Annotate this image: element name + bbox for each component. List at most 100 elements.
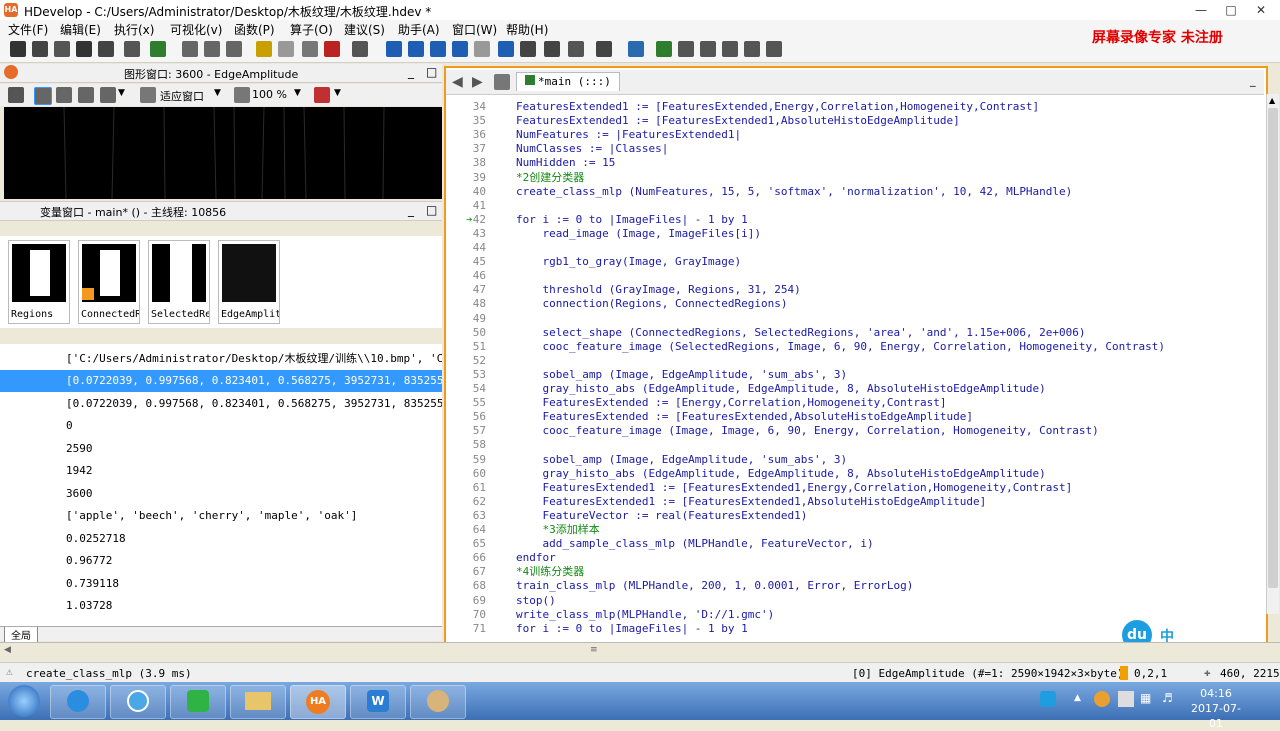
code-line[interactable]: 49	[446, 312, 1264, 326]
paint-icon[interactable]	[410, 685, 466, 719]
code-line[interactable]: 38 NumHidden := 15	[446, 156, 1264, 170]
code-line[interactable]: 45 rgb1_to_gray(Image, GrayImage)	[446, 255, 1264, 269]
menu-window[interactable]: 窗口(W)	[452, 21, 497, 38]
list-item[interactable]: 1.03728	[0, 595, 442, 617]
histogram-icon[interactable]	[700, 41, 716, 57]
code-line[interactable]: 59 sobel_amp (Image, EdgeAmplitude, 'sum…	[446, 453, 1264, 467]
undo-icon[interactable]	[256, 41, 272, 57]
network-icon[interactable]: ▦	[1140, 691, 1151, 705]
taskbar-clock[interactable]: 04:16 2017-07-01	[1186, 686, 1246, 731]
feature-histogram-icon[interactable]	[722, 41, 738, 57]
word-icon[interactable]: W	[350, 685, 406, 719]
code-line[interactable]: 37 NumClasses := |Classes|	[446, 142, 1264, 156]
code-line[interactable]: 52	[446, 354, 1264, 368]
code-line[interactable]: 61 FeaturesExtended1 := [FeaturesExtende…	[446, 481, 1264, 495]
graphics-maximize-button[interactable]: □	[426, 65, 437, 79]
code-line[interactable]: 56 FeaturesExtended := [FeaturesExtended…	[446, 410, 1264, 424]
open-file-icon[interactable]	[32, 41, 48, 57]
gray-histogram-icon[interactable]	[744, 41, 760, 57]
save-icon[interactable]	[76, 41, 92, 57]
list-item[interactable]: 3600	[0, 483, 442, 505]
tab-main[interactable]: *main (:::)	[516, 72, 620, 91]
magnifier-icon[interactable]	[78, 87, 94, 103]
code-line[interactable]: 41	[446, 199, 1264, 213]
code-line[interactable]: 62 FeaturesExtended1 := [FeaturesExtende…	[446, 495, 1264, 509]
menu-operators[interactable]: 算子(O)	[290, 21, 333, 38]
tray-expand-icon[interactable]: ▲	[1074, 693, 1081, 703]
list-item[interactable]: 0.739118	[0, 573, 442, 595]
code-line[interactable]: 69 stop()	[446, 594, 1264, 608]
paste-icon[interactable]	[226, 41, 242, 57]
move-icon[interactable]	[34, 87, 52, 105]
start-button[interactable]	[8, 685, 40, 717]
ime-tray-icon[interactable]	[1040, 691, 1056, 707]
code-line[interactable]: 60 gray_histo_abs (EdgeAmplitude, EdgeAm…	[446, 467, 1264, 481]
iconic-variable-regions[interactable]: Regions	[8, 240, 70, 324]
redo-icon[interactable]	[278, 41, 294, 57]
graphics-minimize-button[interactable]: _	[408, 65, 414, 79]
list-item[interactable]: 0.96772	[0, 550, 442, 572]
reset-variables-icon[interactable]	[520, 41, 536, 57]
code-line[interactable]: 67 *4训练分类器	[446, 565, 1264, 579]
editor-close-button[interactable]: _	[1250, 74, 1256, 87]
menu-visualize[interactable]: 可视化(v)	[170, 21, 222, 38]
chevron-down-icon[interactable]: ▼	[118, 88, 125, 98]
code-line[interactable]: 39 *2创建分类器	[446, 171, 1264, 185]
inspection-icon[interactable]	[766, 41, 782, 57]
zoom-level-icon[interactable]	[234, 87, 250, 103]
code-line[interactable]: 36 NumFeatures := |FeaturesExtended1|	[446, 128, 1264, 142]
menu-functions[interactable]: 函数(P)	[234, 21, 275, 38]
step-out-icon[interactable]	[452, 41, 468, 57]
chevron-down-icon[interactable]: ▼	[214, 88, 221, 98]
binoculars-icon[interactable]	[352, 41, 368, 57]
maximize-button[interactable]: □	[1218, 2, 1244, 18]
forward-arrow-icon[interactable]: ▶	[472, 74, 483, 90]
graphics-window-icon[interactable]	[628, 41, 644, 57]
scroll-left-icon[interactable]: ◀	[4, 645, 11, 655]
step-over-icon[interactable]	[408, 41, 424, 57]
tab-global[interactable]: 全局	[4, 627, 38, 643]
close-button[interactable]: ✕	[1248, 2, 1274, 18]
zoom-level-select[interactable]: 100 %	[252, 88, 287, 101]
iconic-variable-connectedregions[interactable]: ConnectedRe	[78, 240, 140, 324]
variable-minimize-button[interactable]: _	[408, 203, 414, 217]
code-editor[interactable]: 34 FeaturesExtended1 := [FeaturesExtended…	[446, 96, 1264, 638]
file-explorer-icon[interactable]	[230, 685, 286, 719]
menu-assistants[interactable]: 助手(A)	[398, 21, 440, 38]
list-item[interactable]: ['apple', 'beech', 'cherry', 'maple', 'o…	[0, 505, 442, 527]
browser-icon[interactable]	[110, 685, 166, 719]
code-line[interactable]: 48 connection(Regions, ConnectedRegions)	[446, 297, 1264, 311]
code-line[interactable]: 57 cooc_feature_image (Image, Image, 6, …	[446, 424, 1264, 438]
fit-window-button[interactable]: 适应窗口	[160, 88, 204, 104]
new-file-icon[interactable]	[10, 41, 26, 57]
code-line[interactable]: 66 endfor	[446, 551, 1264, 565]
menu-execute[interactable]: 执行(x)	[114, 21, 154, 38]
code-line[interactable]: 51 cooc_feature_image (SelectedRegions, …	[446, 340, 1264, 354]
code-line[interactable]: 44	[446, 241, 1264, 255]
zoom-window-icon[interactable]	[656, 41, 672, 57]
code-line[interactable]: 34 FeaturesExtended1 := [FeaturesExtended…	[446, 100, 1264, 114]
minimize-button[interactable]: —	[1188, 2, 1214, 18]
splitter-grip-icon[interactable]: ≡	[590, 645, 598, 655]
internet-explorer-icon[interactable]	[50, 685, 106, 719]
zoom-icon[interactable]	[100, 87, 116, 103]
breakpoint-icon[interactable]	[544, 41, 560, 57]
run-icon[interactable]	[386, 41, 402, 57]
code-line[interactable]: 40 create_class_mlp (NumFeatures, 15, 5, …	[446, 185, 1264, 199]
code-line[interactable]: 35 FeaturesExtended1 := [FeaturesExtended…	[446, 114, 1264, 128]
code-line[interactable]: 47 threshold (GrayImage, Regions, 31, 25…	[446, 283, 1264, 297]
stop-icon[interactable]	[474, 41, 490, 57]
line-profile-icon[interactable]	[678, 41, 694, 57]
editor-scrollbar[interactable]: ▲	[1266, 94, 1279, 614]
security-tray-icon[interactable]	[1094, 691, 1110, 707]
chevron-down-icon[interactable]: ▼	[294, 88, 301, 98]
code-line[interactable]: 42 for i := 0 to |ImageFiles| - 1 by 1 ➔	[446, 213, 1264, 227]
chevron-down-icon[interactable]: ▼	[334, 88, 341, 98]
menu-file[interactable]: 文件(F)	[8, 21, 48, 38]
code-line[interactable]: 54 gray_histo_abs (EdgeAmplitude, EdgeAm…	[446, 382, 1264, 396]
find-icon[interactable]	[302, 41, 318, 57]
code-line[interactable]: 68 train_class_mlp (MLPHandle, 200, 1, 0.…	[446, 579, 1264, 593]
code-line[interactable]: 50 select_shape (ConnectedRegions, Selec…	[446, 326, 1264, 340]
reset-program-icon[interactable]	[498, 41, 514, 57]
list-item[interactable]: 1942	[0, 460, 442, 482]
